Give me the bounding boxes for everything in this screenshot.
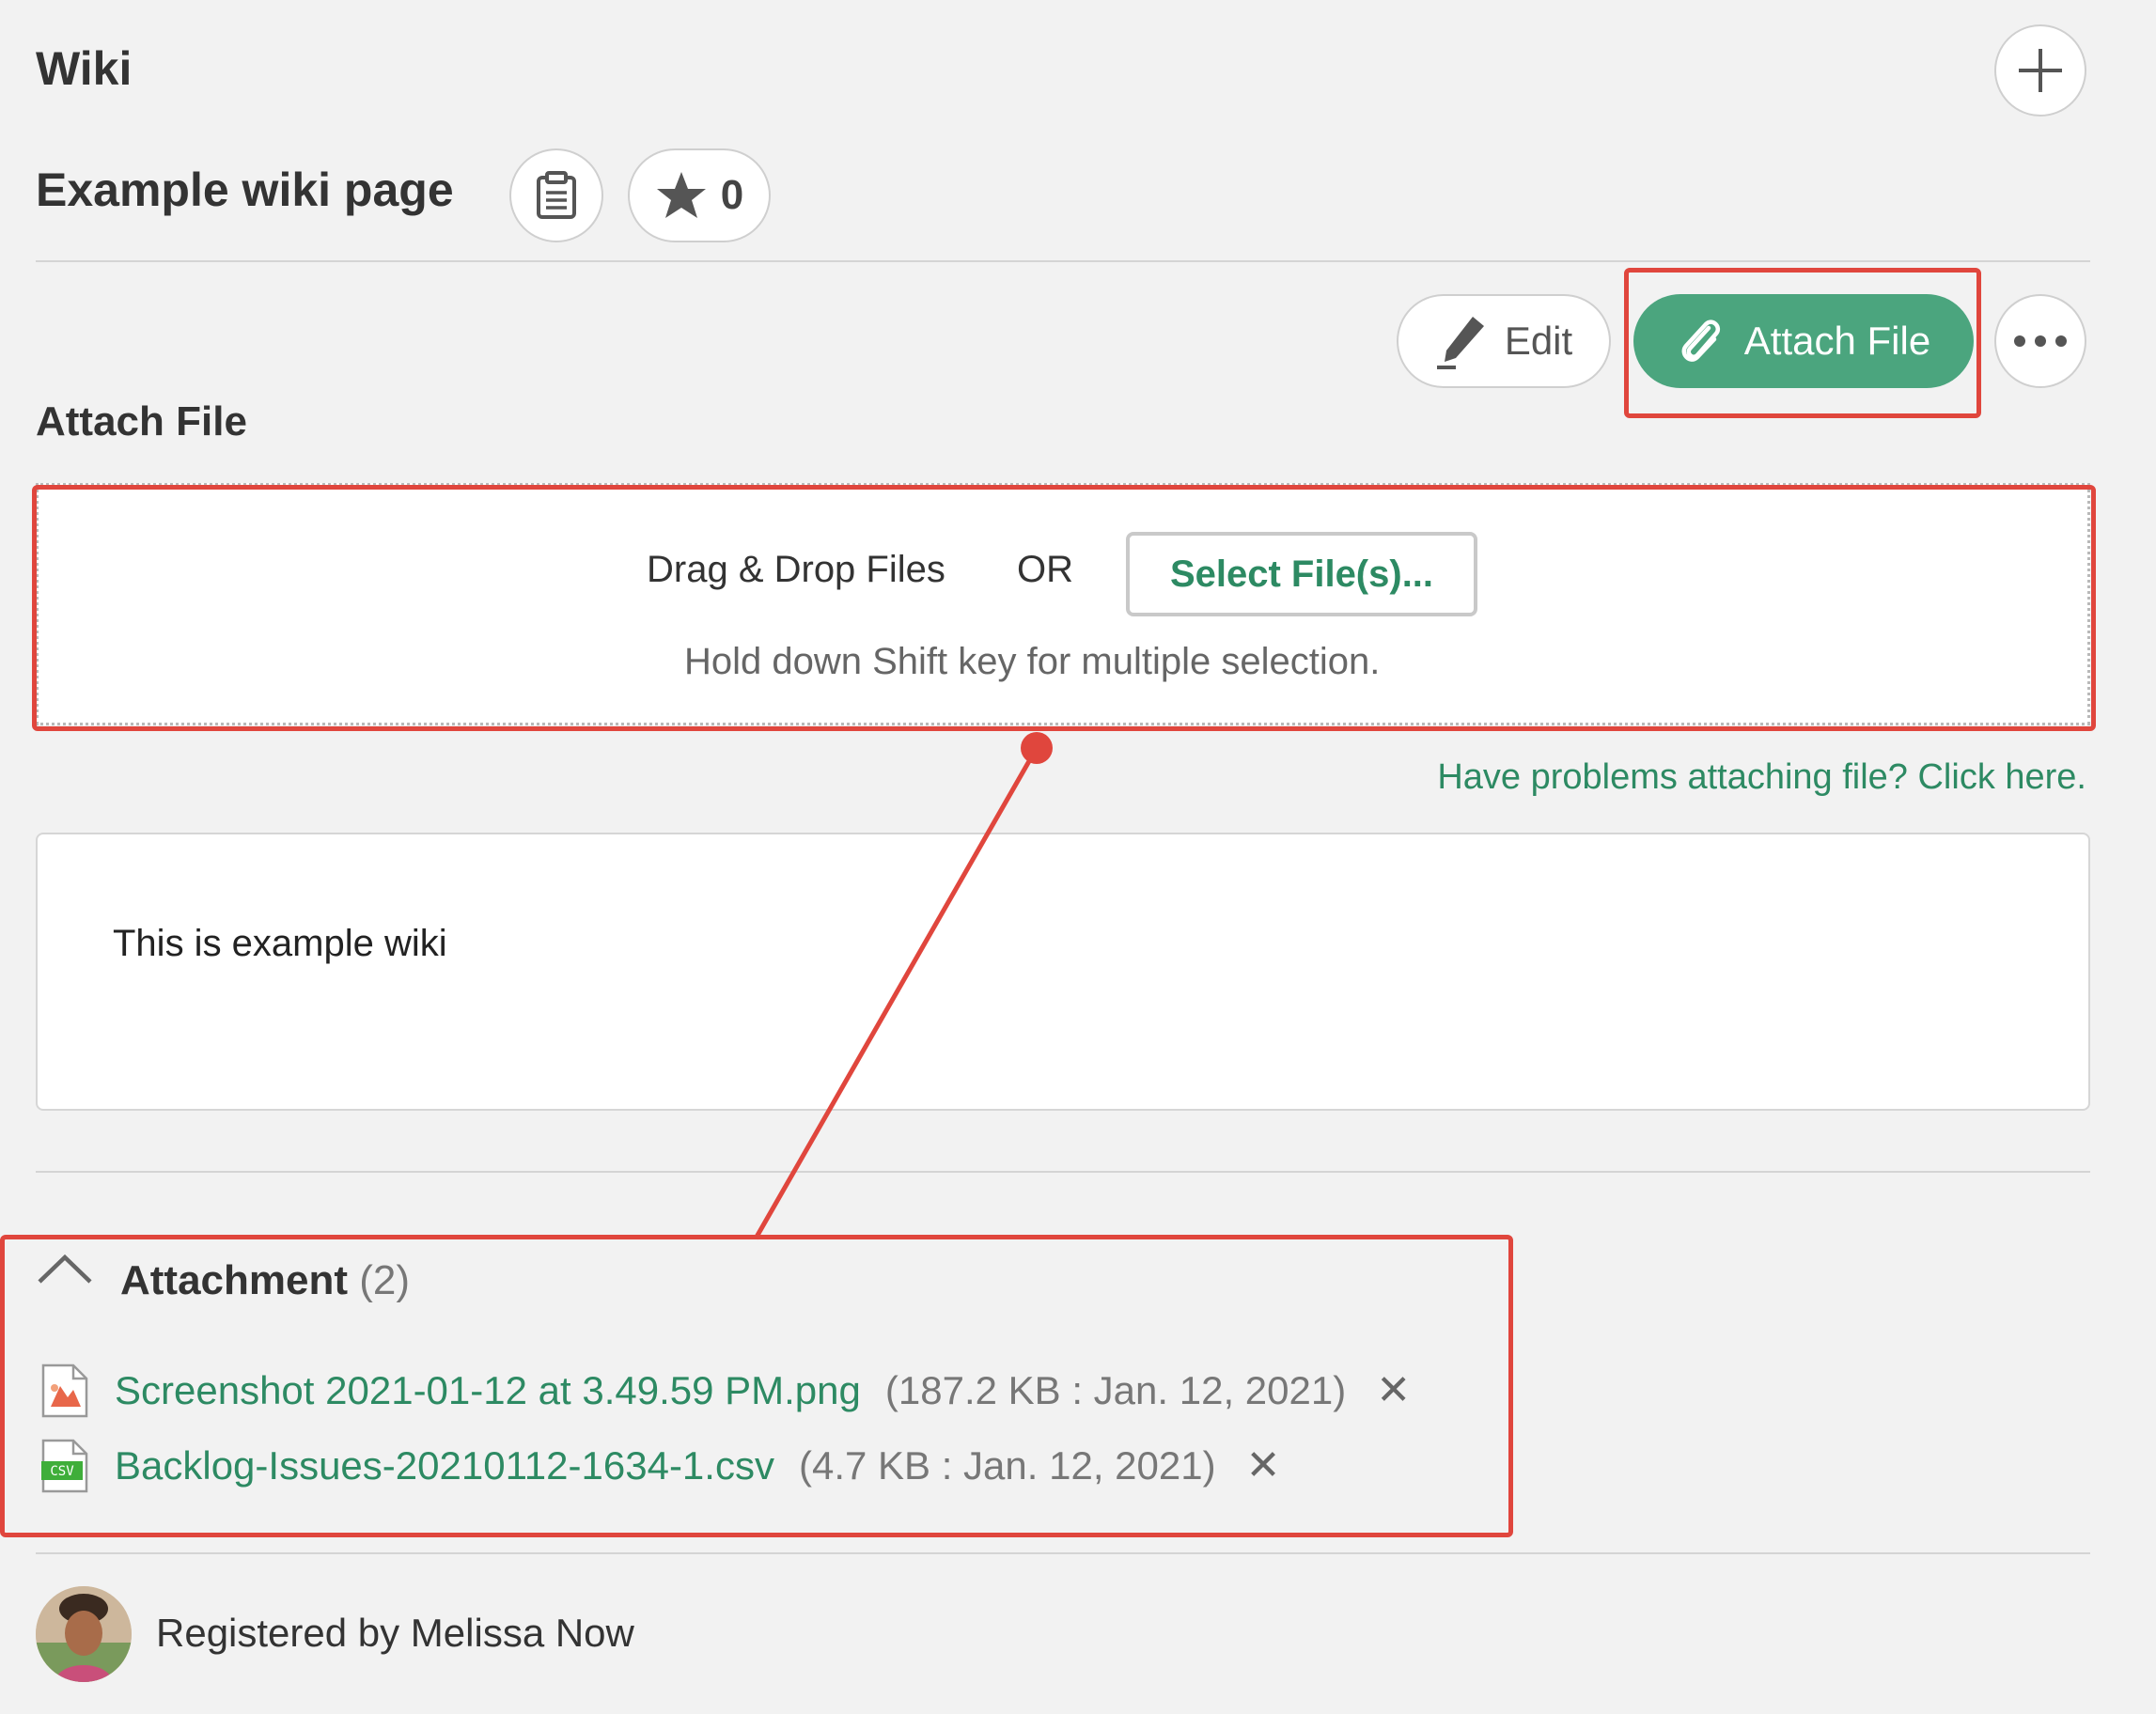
wiki-page: Wiki Example wiki page 0 Edit Attach Fil… [0, 0, 2156, 1714]
annotation-connector [753, 732, 1053, 1240]
